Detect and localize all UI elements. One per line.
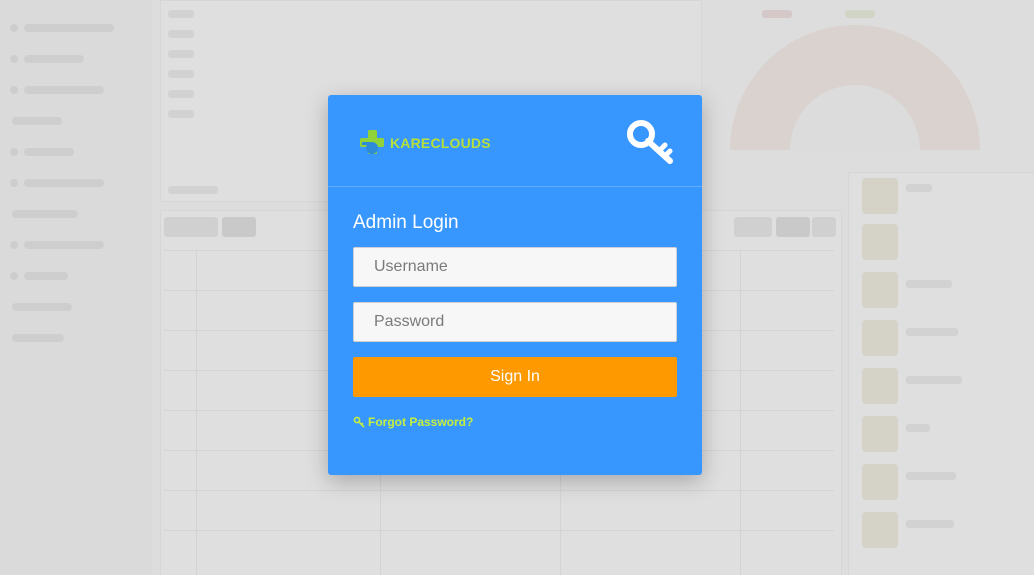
password-input[interactable] (353, 302, 677, 342)
login-title: Admin Login (353, 212, 459, 233)
small-key-icon (353, 416, 365, 428)
key-icon (627, 120, 673, 164)
brand-name: KARECLOUDS (390, 135, 491, 151)
username-input[interactable] (353, 247, 677, 287)
sign-in-button[interactable]: Sign In (353, 357, 677, 397)
medical-cross-logo-icon (360, 130, 384, 154)
login-screen: KARECLOUDS Admin Login Sign In Forgot Pa… (0, 0, 1034, 575)
login-modal: KARECLOUDS Admin Login Sign In Forgot Pa… (328, 95, 702, 475)
forgot-password-link[interactable]: Forgot Password? (353, 415, 473, 429)
brand-logo: KARECLOUDS (360, 130, 491, 156)
forgot-password-label: Forgot Password? (368, 415, 474, 429)
modal-header: KARECLOUDS (328, 95, 702, 187)
